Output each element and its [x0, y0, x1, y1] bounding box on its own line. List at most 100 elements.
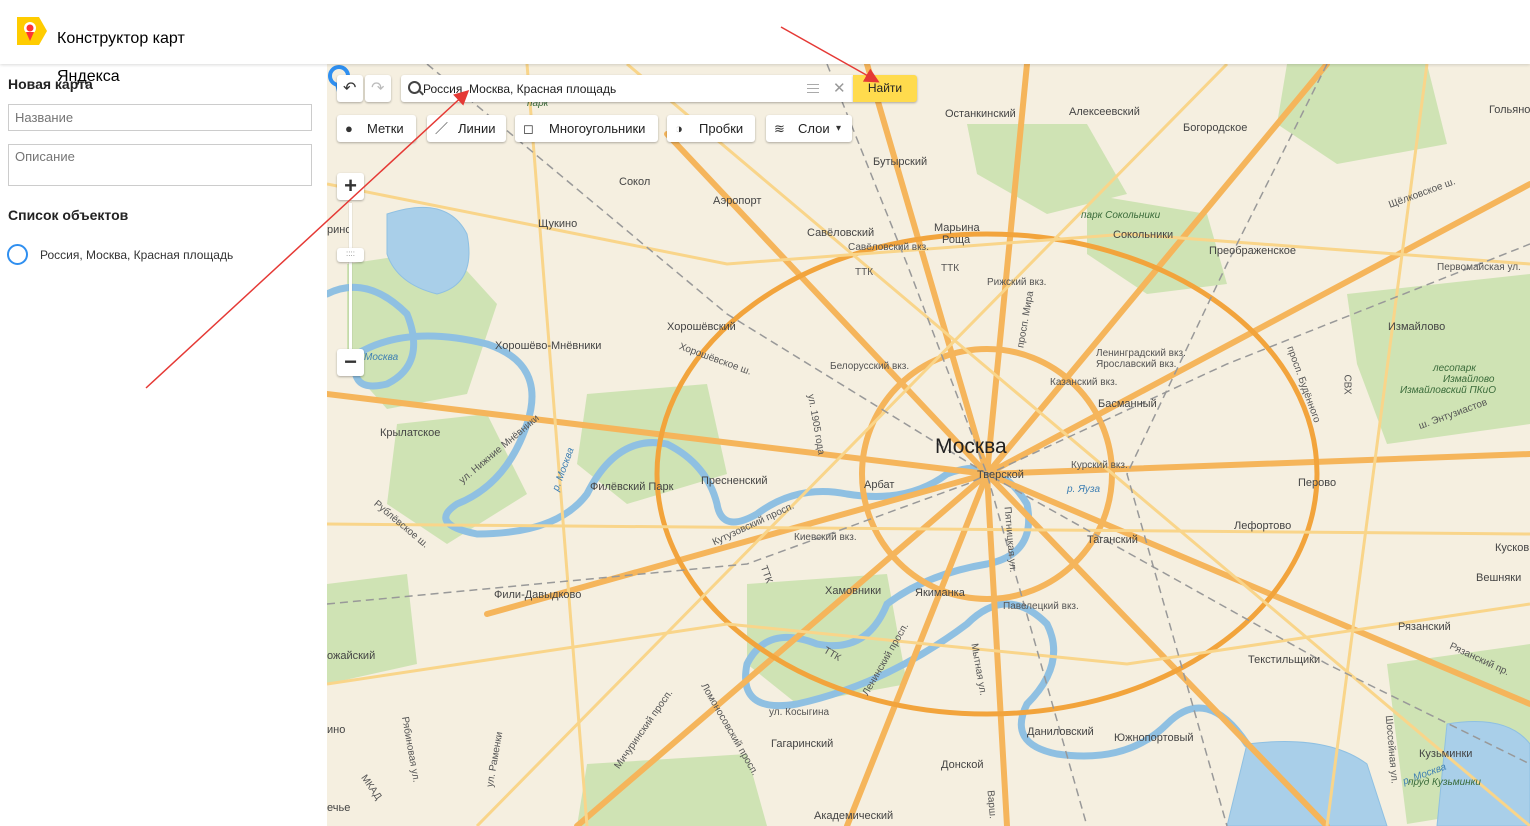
- district-label: Марьина: [934, 222, 980, 234]
- district-label: ожайский: [327, 650, 376, 662]
- river-label: Москва: [364, 352, 399, 363]
- park-label: парк Сокольники: [1081, 210, 1161, 221]
- layers-icon: ≋: [774, 121, 785, 136]
- search-icon: [408, 81, 421, 94]
- district-label: Крылатское: [380, 427, 441, 439]
- station-label: Савёловский вкз.: [848, 242, 929, 253]
- district-label: Останкинский: [945, 108, 1016, 120]
- district-label: Кусков: [1495, 542, 1530, 554]
- menu-icon[interactable]: [807, 84, 819, 93]
- tool-label: Линии: [458, 121, 496, 136]
- tool-traffic[interactable]: ◑ Пробки: [667, 115, 755, 142]
- zoom-slider-track[interactable]: [349, 203, 352, 353]
- polygon-icon: ◻: [523, 121, 534, 136]
- district-label: Гольянов: [1489, 104, 1530, 116]
- redo-icon: ↷: [371, 80, 385, 97]
- district-label: Якиманка: [915, 587, 965, 599]
- district-label: Сокол: [619, 176, 651, 188]
- station-label: Ярославский вкз.: [1096, 359, 1177, 370]
- object-list-item-label: Россия, Москва, Красная площадь: [40, 248, 234, 262]
- zoom-in-button[interactable]: +: [337, 173, 364, 200]
- tool-label: Метки: [367, 121, 404, 136]
- tool-label: Слои: [798, 121, 830, 136]
- river-label: р. Яуза: [1067, 484, 1101, 495]
- district-label: Хамовники: [825, 585, 882, 597]
- app-title-line2: Яндекса: [57, 68, 120, 85]
- district-label: Лефортово: [1234, 520, 1292, 532]
- map-canvas[interactable]: Останкинский Алексеевский Богородское Го…: [327, 64, 1530, 826]
- app-header: Конструктор карт Яндекса: [0, 0, 1530, 85]
- district-label: Донской: [941, 759, 984, 771]
- yandex-maps-logo-icon[interactable]: [13, 13, 49, 49]
- tool-polygons[interactable]: ◻ Многоугольники: [515, 115, 658, 142]
- district-label: Текстильщики: [1248, 654, 1321, 666]
- district-label: Перово: [1298, 477, 1337, 489]
- district-label: Сокольники: [1113, 229, 1174, 241]
- park-label: Измайловский ПКиО: [1400, 385, 1496, 396]
- park-label: Измайлово: [1443, 374, 1495, 385]
- park-label: лесопарк: [1433, 363, 1476, 374]
- district-label: Кузьминки: [1419, 748, 1473, 760]
- station-label: Рижский вкз.: [987, 277, 1047, 288]
- district-label: Вешняки: [1476, 572, 1522, 584]
- district-label: Рязанский: [1398, 621, 1451, 633]
- district-label: Тверской: [977, 469, 1024, 481]
- road-label: ТТК: [941, 263, 960, 274]
- district-label: Филёвский Парк: [590, 481, 674, 493]
- district-label: Пресненский: [701, 475, 768, 487]
- tool-label: Пробки: [699, 121, 744, 136]
- station-label: Курский вкз.: [1071, 460, 1128, 471]
- chevron-down-icon: ▾: [836, 123, 842, 134]
- station-label: Белорусский вкз.: [830, 361, 910, 372]
- station-label: Киевский вкз.: [794, 532, 857, 543]
- tool-placemarks[interactable]: ● Метки: [337, 115, 416, 142]
- object-list-heading: Список объектов: [8, 207, 129, 223]
- road-label: Варш.: [984, 789, 999, 820]
- sidebar: Новая карта Список объектов Россия, Моск…: [0, 64, 326, 826]
- undo-icon: ↶: [343, 80, 357, 97]
- road-label: ТТК: [855, 267, 874, 278]
- tool-label: Многоугольники: [549, 121, 646, 136]
- zoom-control: + :::: −: [337, 173, 364, 379]
- line-icon: ／: [435, 121, 449, 136]
- district-label: ино: [327, 724, 346, 736]
- app-title-line1: Конструктор карт: [57, 30, 185, 47]
- district-label: Арбат: [864, 479, 895, 491]
- station-label: Казанский вкз.: [1050, 377, 1118, 388]
- find-button[interactable]: Найти: [853, 75, 917, 102]
- district-label: Хорошёво-Мнёвники: [495, 340, 602, 352]
- district-label: Аэропорт: [713, 195, 762, 207]
- zoom-slider-handle[interactable]: ::::: [337, 248, 364, 262]
- redo-button[interactable]: ↷: [365, 75, 391, 102]
- district-label: Измайлово: [1388, 321, 1446, 333]
- district-label: Савёловский: [807, 227, 875, 239]
- district-label: Басманный: [1098, 398, 1157, 410]
- map-name-input[interactable]: [8, 104, 312, 131]
- district-label: Богородское: [1183, 122, 1248, 134]
- district-label: Даниловский: [1027, 726, 1094, 738]
- station-label: Павелецкий вкз.: [1003, 601, 1079, 612]
- undo-button[interactable]: ↶: [337, 75, 363, 102]
- search-box: ✕: [401, 75, 853, 102]
- close-icon[interactable]: ✕: [833, 79, 846, 97]
- district-label: Южнопортовый: [1114, 732, 1194, 744]
- map-description-input[interactable]: [8, 144, 312, 186]
- placemark-icon: ●: [345, 121, 353, 136]
- circle-outline-icon: [7, 244, 28, 265]
- tool-lines[interactable]: ／ Линии: [427, 115, 506, 142]
- tool-layers[interactable]: ≋ Слои ▾: [766, 115, 852, 142]
- district-label: Алексеевский: [1069, 106, 1140, 118]
- road-label: Первомайская ул.: [1437, 262, 1521, 273]
- object-list-item[interactable]: Россия, Москва, Красная площадь: [7, 243, 307, 269]
- app-title[interactable]: Конструктор карт Яндекса: [57, 10, 257, 105]
- district-label: Бутырский: [873, 156, 928, 168]
- search-input[interactable]: [423, 75, 813, 102]
- city-label: Москва: [935, 435, 1007, 458]
- road-label: ул. Косыгина: [769, 707, 830, 718]
- road-label: СВХ: [1341, 374, 1353, 395]
- district-label: Фили-Давыдково: [494, 589, 582, 601]
- zoom-out-button[interactable]: −: [337, 349, 364, 376]
- district-label: Преображенское: [1209, 245, 1297, 257]
- district-label: Щукино: [538, 218, 578, 230]
- station-label: Ленинградский вкз.: [1096, 348, 1186, 359]
